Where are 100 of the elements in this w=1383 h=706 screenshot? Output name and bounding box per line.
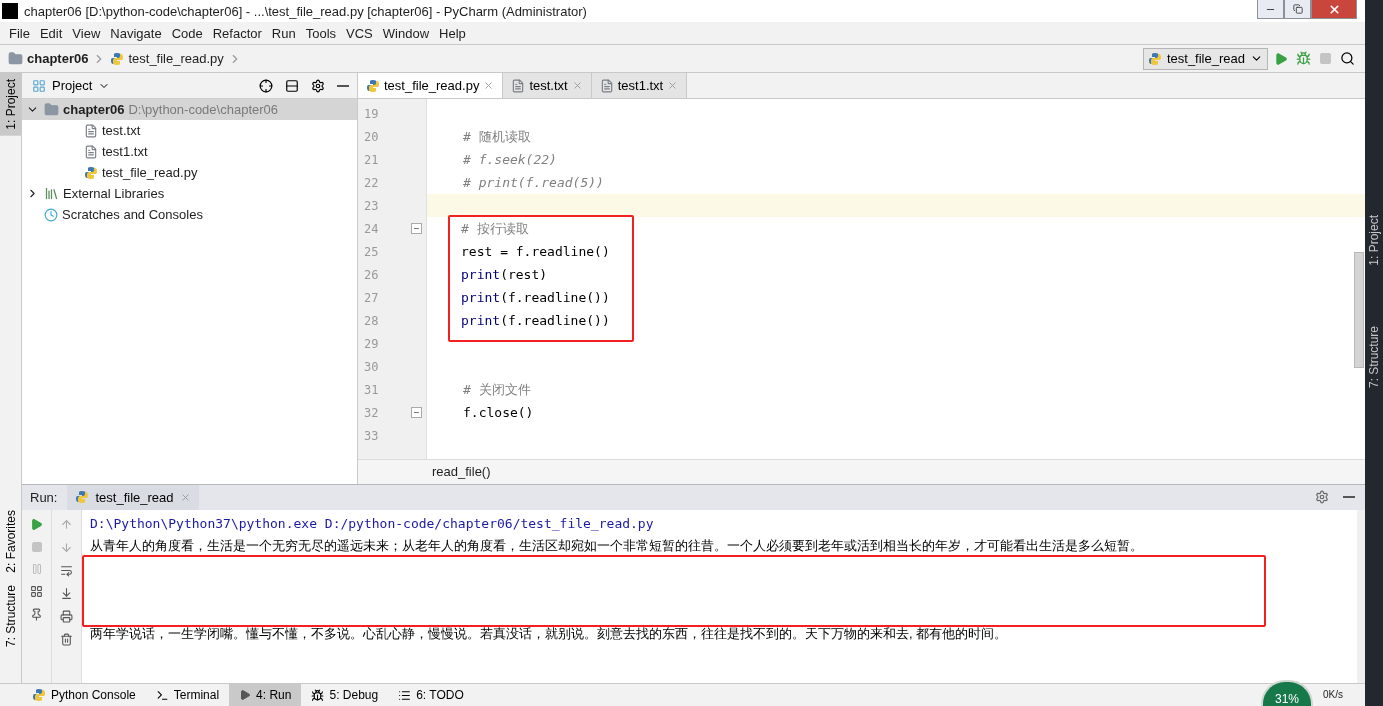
menu-item[interactable]: View xyxy=(67,25,106,41)
play-icon xyxy=(1274,51,1288,66)
menu-item[interactable]: Run xyxy=(266,25,301,41)
tool-window-tab[interactable]: 6: TODO xyxy=(388,684,474,706)
line-number: 24 xyxy=(364,221,379,236)
tree-item[interactable]: chapter06 D:\python-code\chapter06 xyxy=(22,99,357,120)
terminal-icon xyxy=(155,688,169,702)
menu-item[interactable]: File xyxy=(4,25,35,41)
menu-item[interactable]: Navigate xyxy=(105,25,167,41)
line-number: 27 xyxy=(364,290,379,305)
run-config-dropdown[interactable]: test_file_read xyxy=(1142,47,1268,70)
tree-item[interactable]: test.txt xyxy=(22,120,357,141)
menu-item[interactable]: Code xyxy=(166,25,208,41)
code-line: print(f.readline()) xyxy=(461,313,610,328)
line-number: 29 xyxy=(364,336,379,351)
console-line: 两年学说话，一生学闭嘴。懂与不懂，不多说。心乱心静，慢慢说。若真没话，就别说。刻意去找的东西，往往是找不到的。天下万物的来和去, 都有他的时间。 xyxy=(90,625,1009,644)
breadcrumb-item[interactable]: test_file_read.py xyxy=(128,51,224,66)
trash-icon xyxy=(60,632,73,646)
panel-icon xyxy=(32,78,46,93)
code-line: # 关闭文件 xyxy=(463,380,531,399)
play-icon xyxy=(239,689,252,701)
stop-icon xyxy=(30,540,43,553)
menu-item[interactable]: Tools xyxy=(300,25,342,41)
console-line: 从青年人的角度看，生活是一个无穷无尽的遥远未来；从老年人的角度看，生活区却宛如一个非常短暂的往昔。一个人必须要到老年或活到相当长的年岁，才可能看出生活是多么短暂。 xyxy=(90,537,1144,556)
console-line: D:\Python\Python37\python.exe D:/python-code/chapter06/test_file_read.py xyxy=(90,514,655,533)
fold-marker-icon[interactable] xyxy=(411,223,422,234)
search-icon xyxy=(1340,51,1355,66)
wrap-icon xyxy=(60,563,73,577)
folder-icon xyxy=(8,51,23,66)
code-line: print(rest) xyxy=(461,267,548,282)
tool-window-tab[interactable]: 1: Project xyxy=(0,73,21,136)
tool-window-tab[interactable]: 5: Debug xyxy=(301,684,389,706)
menu-item[interactable]: Edit xyxy=(34,25,68,41)
menu-item[interactable]: Refactor xyxy=(207,25,267,41)
code-line: f.close() xyxy=(463,405,534,420)
editor-tab[interactable]: test.txt xyxy=(503,73,592,98)
text-file-icon xyxy=(84,123,98,138)
close-button[interactable] xyxy=(1311,0,1357,19)
tree-item-name: test1.txt xyxy=(102,144,148,159)
folder-icon xyxy=(44,102,59,117)
code-line: rest = f.readline() xyxy=(461,244,610,259)
minimize-button[interactable] xyxy=(1257,0,1284,19)
print-button[interactable] xyxy=(58,607,75,625)
breadcrumb-item[interactable]: chapter06 xyxy=(27,51,89,66)
settings-icon xyxy=(1315,490,1329,505)
close-icon[interactable] xyxy=(667,80,679,91)
tree-item-name: test.txt xyxy=(102,123,141,138)
fold-marker-icon[interactable] xyxy=(411,407,422,418)
restore-button[interactable] xyxy=(1284,0,1311,19)
tool-window-tab[interactable]: 4: Run xyxy=(229,684,302,706)
menu-item[interactable]: Window xyxy=(377,25,435,41)
printer-icon xyxy=(60,609,73,623)
tree-item[interactable]: External Libraries xyxy=(22,183,357,204)
python-file-icon xyxy=(366,78,380,93)
project-view-dropdown[interactable]: Project xyxy=(32,78,111,93)
scrollbar-thumb[interactable] xyxy=(1354,252,1364,368)
python-file-icon xyxy=(84,165,98,180)
network-speed: 0K/s xyxy=(1323,689,1343,702)
debug-button[interactable] xyxy=(1294,49,1313,68)
line-number: 19 xyxy=(364,106,379,121)
delete-button[interactable] xyxy=(58,630,75,648)
text-file-icon xyxy=(84,144,98,159)
tool-window-tab[interactable]: 2: Favorites xyxy=(0,504,21,579)
minus-icon xyxy=(337,84,349,87)
close-icon xyxy=(1327,2,1341,16)
line-number: 20 xyxy=(364,129,379,144)
close-icon[interactable] xyxy=(571,80,583,91)
line-number: 21 xyxy=(364,152,379,167)
pause-icon xyxy=(30,562,43,575)
crosshair-icon xyxy=(259,78,273,93)
down-arrow-icon xyxy=(60,540,73,554)
restore-icon xyxy=(1292,4,1303,14)
pin-icon xyxy=(30,607,43,621)
tree-item[interactable]: test_file_read.py xyxy=(22,162,357,183)
tree-item-name: Scratches and Consoles xyxy=(62,207,203,222)
editor-tab[interactable]: test_file_read.py xyxy=(358,73,504,98)
tree-item-name: chapter06 xyxy=(63,102,125,117)
python-file-icon xyxy=(110,51,125,66)
search-button[interactable] xyxy=(1338,49,1357,68)
text-file-icon xyxy=(511,78,526,93)
python-file-icon xyxy=(1147,51,1162,66)
tool-window-tab[interactable]: Terminal xyxy=(145,684,230,706)
close-icon[interactable] xyxy=(483,80,495,91)
code-line: # 按行读取 xyxy=(461,219,529,238)
tool-window-tab[interactable]: 7: Structure xyxy=(0,578,21,653)
background-window-label: 1: Project xyxy=(1367,215,1381,266)
tree-item[interactable]: test1.txt xyxy=(22,141,357,162)
up-arrow-icon xyxy=(60,517,73,531)
line-number: 25 xyxy=(364,244,379,259)
menu-item[interactable]: Help xyxy=(434,25,471,41)
tree-item[interactable]: Scratches and Consoles xyxy=(22,204,357,225)
line-number: 31 xyxy=(364,382,379,397)
menu-item[interactable]: VCS xyxy=(341,25,378,41)
text-file-icon xyxy=(599,78,614,93)
editor-tab[interactable]: test1.txt xyxy=(591,73,688,98)
run-tab[interactable]: test_file_read xyxy=(67,484,199,510)
python-file-icon xyxy=(32,688,46,702)
line-number: 30 xyxy=(364,359,379,374)
tree-item-name: test_file_read.py xyxy=(102,165,198,180)
tool-window-tab[interactable]: Python Console xyxy=(22,684,146,706)
